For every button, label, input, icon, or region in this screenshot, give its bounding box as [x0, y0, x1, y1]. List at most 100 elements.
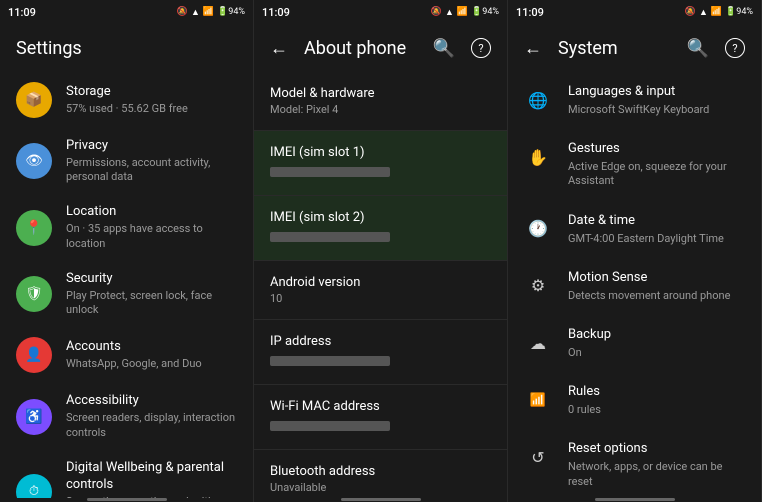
- settings-header: Settings: [0, 24, 253, 72]
- battery-icon-3: 🔋94%: [725, 7, 753, 17]
- status-bar-3: 11:09 🔕 ▲ 📶 🔋94%: [508, 0, 761, 24]
- bottom-bar-1: [0, 498, 253, 502]
- settings-item-accessibility[interactable]: ♿ Accessibility Screen readers, display,…: [0, 383, 253, 449]
- reset-text: Reset options Network, apps, or device c…: [568, 441, 745, 488]
- settings-item-privacy[interactable]: 👁 Privacy Permissions, account activity,…: [0, 128, 253, 194]
- wifi-icon: ▲: [191, 7, 200, 18]
- backup-icon: ☁: [524, 329, 552, 357]
- status-bar-1: 11:09 🔕 ▲ 📶 🔋94%: [0, 0, 253, 24]
- datetime-title: Date & time: [568, 213, 745, 230]
- security-text: Security Play Protect, screen lock, face…: [66, 271, 237, 317]
- settings-item-accounts[interactable]: 👤 Accounts WhatsApp, Google, and Duo: [0, 327, 253, 383]
- panel-settings: 11:09 🔕 ▲ 📶 🔋94% Settings 📦 Storage 57% …: [0, 0, 254, 502]
- privacy-title: Privacy: [66, 138, 237, 155]
- motion-subtitle: Detects movement around phone: [568, 289, 745, 303]
- accounts-text: Accounts WhatsApp, Google, and Duo: [66, 339, 237, 371]
- backup-subtitle: On: [568, 346, 745, 360]
- language-icon: 🌐: [524, 86, 552, 114]
- privacy-subtitle: Permissions, account activity, personal …: [66, 156, 237, 185]
- privacy-icon: 👁: [16, 143, 52, 179]
- wellbeing-text: Digital Wellbeing & parental controls Sc…: [66, 460, 237, 498]
- wifi-icon-2: ▲: [445, 7, 454, 18]
- status-time-2: 11:09: [262, 6, 290, 19]
- search-button-2[interactable]: 🔍: [433, 38, 455, 59]
- backup-text: Backup On: [568, 327, 745, 360]
- storage-icon: 📦: [16, 82, 52, 118]
- status-time-1: 11:09: [8, 6, 36, 19]
- storage-subtitle: 57% used · 55.62 GB free: [66, 102, 237, 116]
- settings-list: 📦 Storage 57% used · 55.62 GB free 👁 Pri…: [0, 72, 253, 498]
- about-model-label: Model & hardware: [270, 86, 491, 101]
- silent-icon: 🔕: [177, 7, 188, 17]
- security-title: Security: [66, 271, 237, 288]
- about-wifi[interactable]: Wi-Fi MAC address: [254, 385, 507, 450]
- about-imei1-value: [270, 167, 390, 177]
- system-item-backup[interactable]: ☁ Backup On: [508, 315, 761, 372]
- signal-icon-2: 📶: [457, 7, 468, 17]
- about-imei1-label: IMEI (sim slot 1): [270, 145, 491, 160]
- status-icons-1: 🔕 ▲ 📶 🔋94%: [177, 7, 245, 18]
- about-ip-label: IP address: [270, 334, 491, 349]
- panel-system: 11:09 🔕 ▲ 📶 🔋94% ← System 🔍 ? 🌐 Language…: [508, 0, 762, 502]
- about-imei2[interactable]: IMEI (sim slot 2): [254, 196, 507, 261]
- security-subtitle: Play Protect, screen lock, face unlock: [66, 289, 237, 318]
- backup-title: Backup: [568, 327, 745, 344]
- storage-text: Storage 57% used · 55.62 GB free: [66, 84, 237, 116]
- about-bluetooth-label: Bluetooth address: [270, 464, 491, 479]
- system-item-reset[interactable]: ↺ Reset options Network, apps, or device…: [508, 429, 761, 498]
- home-indicator-1: [87, 498, 167, 501]
- language-title: Languages & input: [568, 84, 745, 101]
- about-android-value: 10: [270, 292, 491, 305]
- about-model-value: Model: Pixel 4: [270, 103, 491, 116]
- about-bluetooth[interactable]: Bluetooth address Unavailable: [254, 450, 507, 498]
- about-imei2-value: [270, 232, 390, 242]
- gestures-icon: ✋: [524, 143, 552, 171]
- back-button-2[interactable]: ←: [270, 38, 288, 59]
- accounts-icon: 👤: [16, 337, 52, 373]
- system-header-title: System: [558, 38, 671, 59]
- about-imei1[interactable]: IMEI (sim slot 1): [254, 131, 507, 196]
- security-icon: 🛡: [16, 276, 52, 312]
- location-subtitle: On · 35 apps have access to location: [66, 222, 237, 251]
- status-icons-2: 🔕 ▲ 📶 🔋94%: [431, 7, 499, 18]
- settings-title: Settings: [16, 38, 237, 59]
- reset-title: Reset options: [568, 441, 745, 458]
- about-ip[interactable]: IP address: [254, 320, 507, 385]
- about-bluetooth-value: Unavailable: [270, 481, 491, 494]
- motion-text: Motion Sense Detects movement around pho…: [568, 270, 745, 303]
- back-button-3[interactable]: ←: [524, 38, 542, 59]
- settings-item-storage[interactable]: 📦 Storage 57% used · 55.62 GB free: [0, 72, 253, 128]
- silent-icon-2: 🔕: [431, 7, 442, 17]
- about-wifi-label: Wi-Fi MAC address: [270, 399, 491, 414]
- accessibility-subtitle: Screen readers, display, interaction con…: [66, 411, 237, 440]
- panel-aboutphone: 11:09 🔕 ▲ 📶 🔋94% ← About phone 🔍 ? Model…: [254, 0, 508, 502]
- wellbeing-icon: ⏱: [16, 474, 52, 498]
- rules-title: Rules: [568, 384, 745, 401]
- search-button-3[interactable]: 🔍: [687, 38, 709, 59]
- system-item-gestures[interactable]: ✋ Gestures Active Edge on, squeeze for y…: [508, 129, 761, 200]
- aboutphone-header: ← About phone 🔍 ?: [254, 24, 507, 72]
- system-item-rules[interactable]: 📶 Rules 0 rules: [508, 372, 761, 429]
- help-button-2[interactable]: ?: [471, 38, 491, 58]
- location-title: Location: [66, 204, 237, 221]
- datetime-icon: 🕐: [524, 215, 552, 243]
- help-button-3[interactable]: ?: [725, 38, 745, 58]
- about-android[interactable]: Android version 10: [254, 261, 507, 320]
- reset-icon: ↺: [524, 443, 552, 471]
- battery-icon-2: 🔋94%: [471, 7, 499, 17]
- settings-item-location[interactable]: 📍 Location On · 35 apps have access to l…: [0, 194, 253, 260]
- about-model[interactable]: Model & hardware Model: Pixel 4: [254, 72, 507, 131]
- settings-item-security[interactable]: 🛡 Security Play Protect, screen lock, fa…: [0, 261, 253, 327]
- system-item-language[interactable]: 🌐 Languages & input Microsoft SwiftKey K…: [508, 72, 761, 129]
- system-item-motion[interactable]: ⚙ Motion Sense Detects movement around p…: [508, 258, 761, 315]
- accessibility-text: Accessibility Screen readers, display, i…: [66, 393, 237, 439]
- rules-text: Rules 0 rules: [568, 384, 745, 417]
- settings-item-wellbeing[interactable]: ⏱ Digital Wellbeing & parental controls …: [0, 450, 253, 498]
- aboutphone-header-title: About phone: [304, 38, 417, 59]
- location-icon: 📍: [16, 210, 52, 246]
- about-android-label: Android version: [270, 275, 491, 290]
- storage-title: Storage: [66, 84, 237, 101]
- wifi-icon-3: ▲: [699, 7, 708, 18]
- location-text: Location On · 35 apps have access to loc…: [66, 204, 237, 250]
- system-item-datetime[interactable]: 🕐 Date & time GMT-4:00 Eastern Daylight …: [508, 201, 761, 258]
